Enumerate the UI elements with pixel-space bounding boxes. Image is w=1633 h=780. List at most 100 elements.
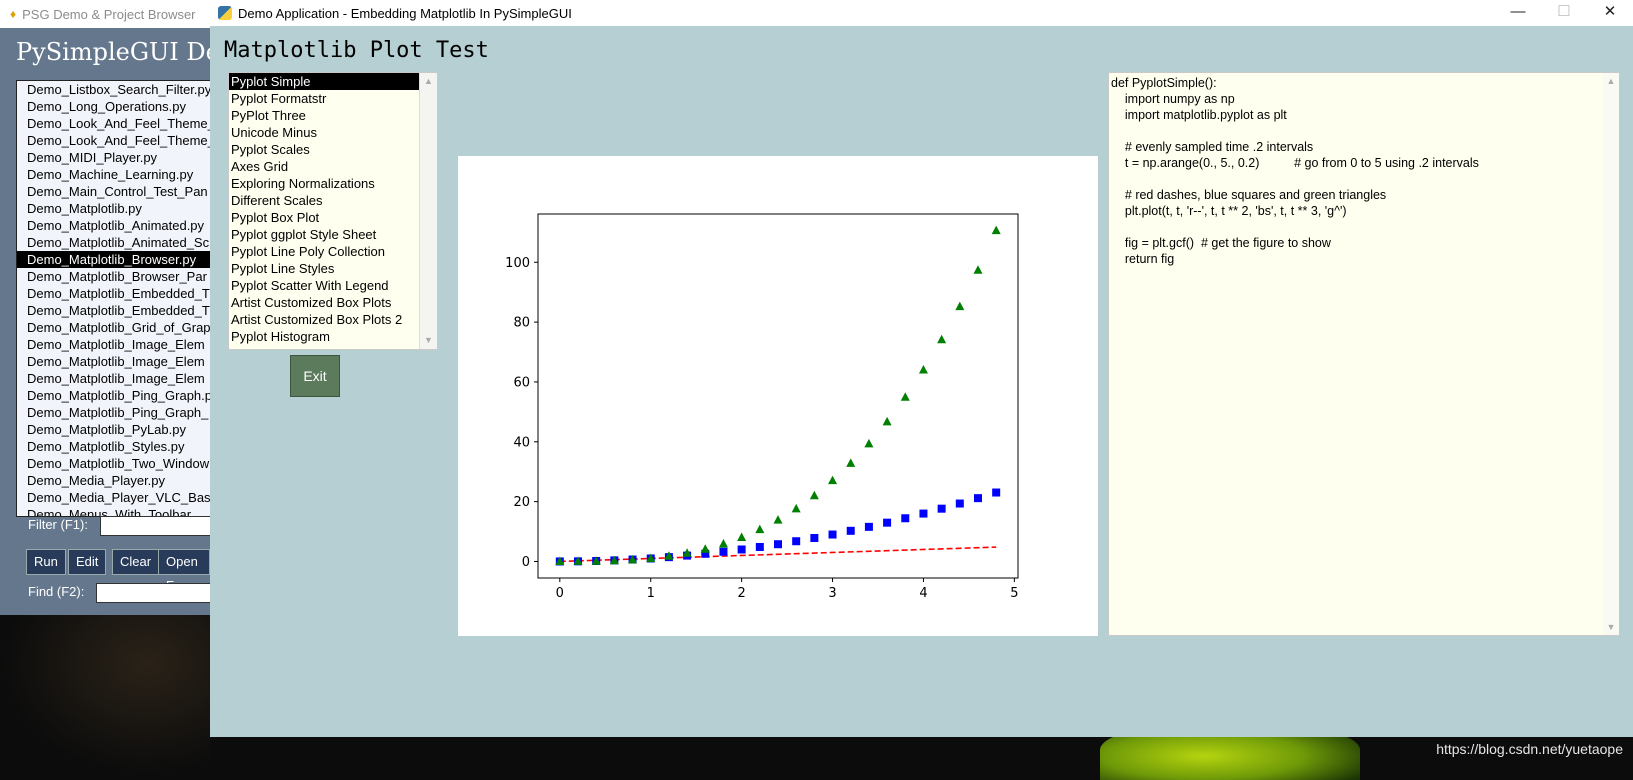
blue-square-point (738, 545, 746, 553)
y-tick-label: 60 (513, 375, 530, 390)
plot-list-item[interactable]: Pyplot ggplot Style Sheet (229, 226, 419, 243)
file-list-item[interactable]: Demo_Matplotlib_Grid_of_Grap (17, 319, 217, 336)
file-list-item[interactable]: Demo_Matplotlib_Image_Elem (17, 370, 217, 387)
blue-square-point (774, 540, 782, 548)
clear-button[interactable]: Clear (112, 549, 159, 575)
file-list-item[interactable]: Demo_Matplotlib_Embedded_T (17, 285, 217, 302)
file-list-item[interactable]: Demo_Matplotlib_Animated_Sc (17, 234, 217, 251)
plot-listbox[interactable]: Pyplot SimplePyplot FormatstrPyPlot Thre… (228, 72, 438, 350)
window-title: Demo Application - Embedding Matplotlib … (238, 6, 572, 21)
plot-list-item[interactable]: Pyplot Scatter With Legend (229, 277, 419, 294)
plot-list-item[interactable]: Artist Customized Box Plots 2 (229, 311, 419, 328)
y-tick-label: 40 (513, 435, 530, 450)
x-tick-label: 0 (556, 586, 564, 601)
blue-square-point (829, 531, 837, 539)
plot-list-item[interactable]: Different Scales (229, 192, 419, 209)
file-list-item[interactable]: Demo_Matplotlib_Browser_Par (17, 268, 217, 285)
file-list-item[interactable]: Demo_Matplotlib_Animated.py (17, 217, 217, 234)
blue-square-point (719, 548, 727, 556)
file-list-item[interactable]: Demo_Main_Control_Test_Pan (17, 183, 217, 200)
scroll-up-icon[interactable]: ▲ (1603, 73, 1619, 89)
file-list-item[interactable]: Demo_MIDI_Player.py (17, 149, 217, 166)
minimize-button[interactable]: — (1495, 0, 1541, 26)
blue-square-point (865, 523, 873, 531)
x-tick-label: 2 (737, 586, 745, 601)
run-button[interactable]: Run (26, 549, 66, 575)
source-code-text: def PyplotSimple(): import numpy as np i… (1109, 73, 1619, 267)
desktop-wallpaper-dark (0, 615, 210, 775)
filter-input[interactable] (100, 516, 212, 536)
scroll-down-icon[interactable]: ▼ (1603, 619, 1619, 635)
plot-list-item[interactable]: Pyplot Formatstr (229, 90, 419, 107)
scroll-up-icon[interactable]: ▲ (420, 73, 437, 90)
exit-button[interactable]: Exit (290, 355, 340, 397)
matplotlib-figure: 012345020406080100 (458, 156, 1098, 636)
x-tick-label: 1 (647, 586, 655, 601)
x-tick-label: 4 (919, 586, 927, 601)
maximize-button[interactable]: ☐ (1541, 0, 1587, 26)
window-titlebar[interactable]: Demo Application - Embedding Matplotlib … (210, 0, 1633, 26)
plot-list-item[interactable]: Pyplot Box Plot (229, 209, 419, 226)
y-tick-label: 0 (522, 555, 530, 570)
find-input[interactable] (96, 583, 212, 603)
plot-list-item[interactable]: Pyplot Simple (229, 73, 419, 90)
file-list-item[interactable]: Demo_Matplotlib_Ping_Graph.p (17, 387, 217, 404)
file-list-item[interactable]: Demo_Matplotlib_Styles.py (17, 438, 217, 455)
blue-square-point (883, 519, 891, 527)
edit-button[interactable]: Edit (68, 549, 106, 575)
plot-list-item[interactable]: Exploring Normalizations (229, 175, 419, 192)
file-list-item[interactable]: Demo_Matplotlib_Image_Elem (17, 336, 217, 353)
demo-file-list[interactable]: Demo_Listbox_Search_Filter.pyDemo_Long_O… (16, 80, 218, 517)
find-label: Find (F2): (28, 584, 84, 599)
code-scrollbar[interactable]: ▲ ▼ (1603, 73, 1619, 635)
plot-list-item[interactable]: Axes Grid (229, 158, 419, 175)
file-list-item[interactable]: Demo_Matplotlib_Two_Window (17, 455, 217, 472)
file-list-item[interactable]: Demo_Look_And_Feel_Theme_ (17, 132, 217, 149)
blue-square-point (938, 505, 946, 513)
demo-browser-titlebar[interactable]: ♦ PSG Demo & Project Browser (0, 0, 210, 28)
plot-list-item[interactable]: Pyplot Line Poly Collection (229, 243, 419, 260)
file-list-item[interactable]: Demo_Media_Player_VLC_Bas (17, 489, 217, 506)
file-list-item[interactable]: Demo_Matplotlib_Ping_Graph_ (17, 404, 217, 421)
source-code-view[interactable]: def PyplotSimple(): import numpy as np i… (1108, 72, 1620, 636)
file-list-item[interactable]: Demo_Matplotlib_PyLab.py (17, 421, 217, 438)
scroll-down-icon[interactable]: ▼ (420, 332, 437, 349)
plot-list-item[interactable]: PyPlot Three (229, 107, 419, 124)
python-icon (218, 6, 232, 20)
file-list-item[interactable]: Demo_Matplotlib_Image_Elem (17, 353, 217, 370)
file-list-item[interactable]: Demo_Listbox_Search_Filter.py (17, 81, 217, 98)
y-tick-label: 100 (505, 256, 530, 271)
listbox-scrollbar[interactable]: ▲ ▼ (419, 73, 437, 349)
open-folder-button[interactable]: Open F (158, 549, 210, 575)
file-list-item[interactable]: Demo_Media_Player.py (17, 472, 217, 489)
filter-label: Filter (F1): (28, 517, 88, 532)
file-list-item[interactable]: Demo_Long_Operations.py (17, 98, 217, 115)
file-list-item[interactable]: Demo_Matplotlib_Browser.py (17, 251, 217, 268)
plot-list-item[interactable]: Unicode Minus (229, 124, 419, 141)
plot-list-item[interactable]: Pyplot Line Styles (229, 260, 419, 277)
watermark: https://blog.csdn.net/yuetaope (1436, 741, 1623, 757)
plot-list-item[interactable]: Pyplot Scales (229, 141, 419, 158)
demo-application-window: Demo Application - Embedding Matplotlib … (210, 0, 1633, 737)
blue-square-point (919, 510, 927, 518)
blue-square-point (901, 514, 909, 522)
blue-square-point (792, 537, 800, 545)
app-icon: ♦ (10, 7, 16, 21)
file-list-item[interactable]: Demo_Machine_Learning.py (17, 166, 217, 183)
plot-canvas: 012345020406080100 (458, 156, 1098, 636)
file-list-item[interactable]: Demo_Matplotlib_Embedded_T (17, 302, 217, 319)
blue-square-point (992, 489, 1000, 497)
close-button[interactable]: ✕ (1587, 0, 1633, 26)
blue-square-point (974, 494, 982, 502)
blue-square-point (847, 527, 855, 535)
file-list-item[interactable]: Demo_Look_And_Feel_Theme_ (17, 115, 217, 132)
plot-list-item[interactable]: Artist Customized Box Plots (229, 294, 419, 311)
file-list-item[interactable]: Demo_Matplotlib.py (17, 200, 217, 217)
plot-list-item[interactable]: Pyplot Histogram (229, 328, 419, 345)
x-tick-label: 3 (828, 586, 836, 601)
page-title: Matplotlib Plot Test (224, 38, 489, 63)
blue-square-point (956, 500, 964, 508)
demo-browser-heading: PySimpleGUI De (16, 38, 220, 66)
y-tick-label: 20 (513, 495, 530, 510)
demo-browser-window: ♦ PSG Demo & Project Browser PySimpleGUI… (0, 0, 210, 615)
